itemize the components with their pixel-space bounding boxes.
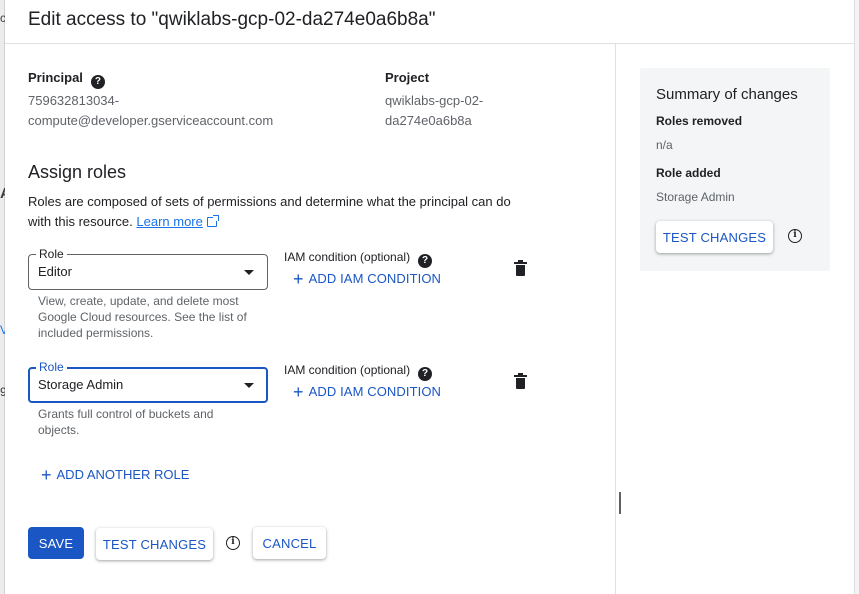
edit-access-form: Principal? 759632813034- compute@develop…	[5, 44, 616, 594]
add-another-role-button[interactable]: + ADD ANOTHER ROLE	[41, 465, 189, 486]
assign-roles-description: Roles are composed of sets of permission…	[28, 192, 528, 232]
principal-label: Principal	[28, 70, 83, 85]
assign-roles-heading: Assign roles	[28, 162, 127, 182]
role-description: Grants full control of buckets and objec…	[38, 407, 214, 437]
role-select-storage-admin[interactable]: Role Storage Admin	[28, 360, 268, 403]
project-label: Project	[385, 70, 430, 85]
roles-removed-label: Roles removed	[656, 114, 743, 128]
test-changes-button[interactable]: TEST CHANGES	[96, 528, 213, 560]
project-value-line2: da274e0a6b8a	[385, 113, 472, 128]
delete-role-icon[interactable]	[514, 373, 527, 389]
plus-icon: +	[293, 269, 304, 289]
assign-roles-description-text: Roles are composed of sets of permission…	[28, 194, 511, 229]
role-description: View, create, update, and delete most Go…	[38, 294, 247, 340]
add-iam-condition-label: ADD IAM CONDITION	[308, 384, 442, 399]
external-link-icon	[206, 215, 219, 227]
project-value-line1: qwiklabs-gcp-02-	[385, 93, 484, 108]
info-icon[interactable]: i	[788, 229, 802, 243]
add-iam-condition-label: ADD IAM CONDITION	[308, 271, 442, 286]
delete-role-icon[interactable]	[514, 260, 527, 276]
role-select-editor[interactable]: Role Editor	[28, 247, 268, 290]
add-iam-condition-button[interactable]: + ADD IAM CONDITION	[293, 382, 441, 403]
save-button[interactable]: SAVE	[28, 527, 84, 559]
page-title: Edit access to "qwiklabs-gcp-02-da274e0a…	[28, 9, 436, 30]
role-added-label: Role added	[656, 166, 721, 180]
cancel-button[interactable]: CANCEL	[253, 527, 326, 559]
roles-removed-value: n/a	[656, 138, 673, 152]
resize-handle[interactable]	[619, 492, 621, 514]
iam-condition-label: IAM condition (optional)?	[284, 363, 433, 381]
role-selected-value: Storage Admin	[38, 377, 124, 392]
project-info: Project qwiklabs-gcp-02- da274e0a6b8a	[385, 69, 525, 131]
role-field-label: Role	[36, 360, 67, 374]
principal-value-line2: compute@developer.gserviceaccount.com	[28, 113, 274, 128]
dropdown-arrow-icon	[244, 270, 254, 275]
window-edge	[854, 0, 859, 594]
role-added-value: Storage Admin	[656, 190, 735, 204]
role-selected-value: Editor	[38, 264, 72, 279]
principal-value-line1: 759632813034-	[28, 93, 120, 108]
iam-condition-label-text: IAM condition (optional)	[284, 363, 411, 377]
add-iam-condition-button[interactable]: + ADD IAM CONDITION	[293, 269, 441, 290]
plus-icon: +	[293, 382, 304, 402]
help-icon[interactable]: ?	[418, 254, 433, 268]
edit-access-panel: Edit access to "qwiklabs-gcp-02-da274e0a…	[5, 0, 854, 594]
summary-title: Summary of changes	[656, 86, 798, 103]
panel-header: Edit access to "qwiklabs-gcp-02-da274e0a…	[5, 0, 854, 44]
iam-condition-label-text: IAM condition (optional)	[284, 250, 411, 264]
help-icon[interactable]: ?	[90, 75, 105, 89]
summary-of-changes-card: Summary of changes Roles removed n/a Rol…	[640, 68, 830, 271]
add-another-role-label: ADD ANOTHER ROLE	[56, 467, 190, 482]
summary-test-changes-button[interactable]: TEST CHANGES	[656, 221, 773, 253]
help-icon[interactable]: ?	[418, 367, 433, 381]
role-field-label: Role	[36, 247, 67, 261]
info-icon[interactable]: i	[226, 536, 240, 550]
dropdown-arrow-icon	[244, 383, 254, 388]
principal-info: Principal? 759632813034- compute@develop…	[28, 69, 328, 131]
iam-condition-label: IAM condition (optional)?	[284, 250, 433, 268]
learn-more-link[interactable]: Learn more	[136, 214, 202, 229]
plus-icon: +	[41, 465, 52, 485]
